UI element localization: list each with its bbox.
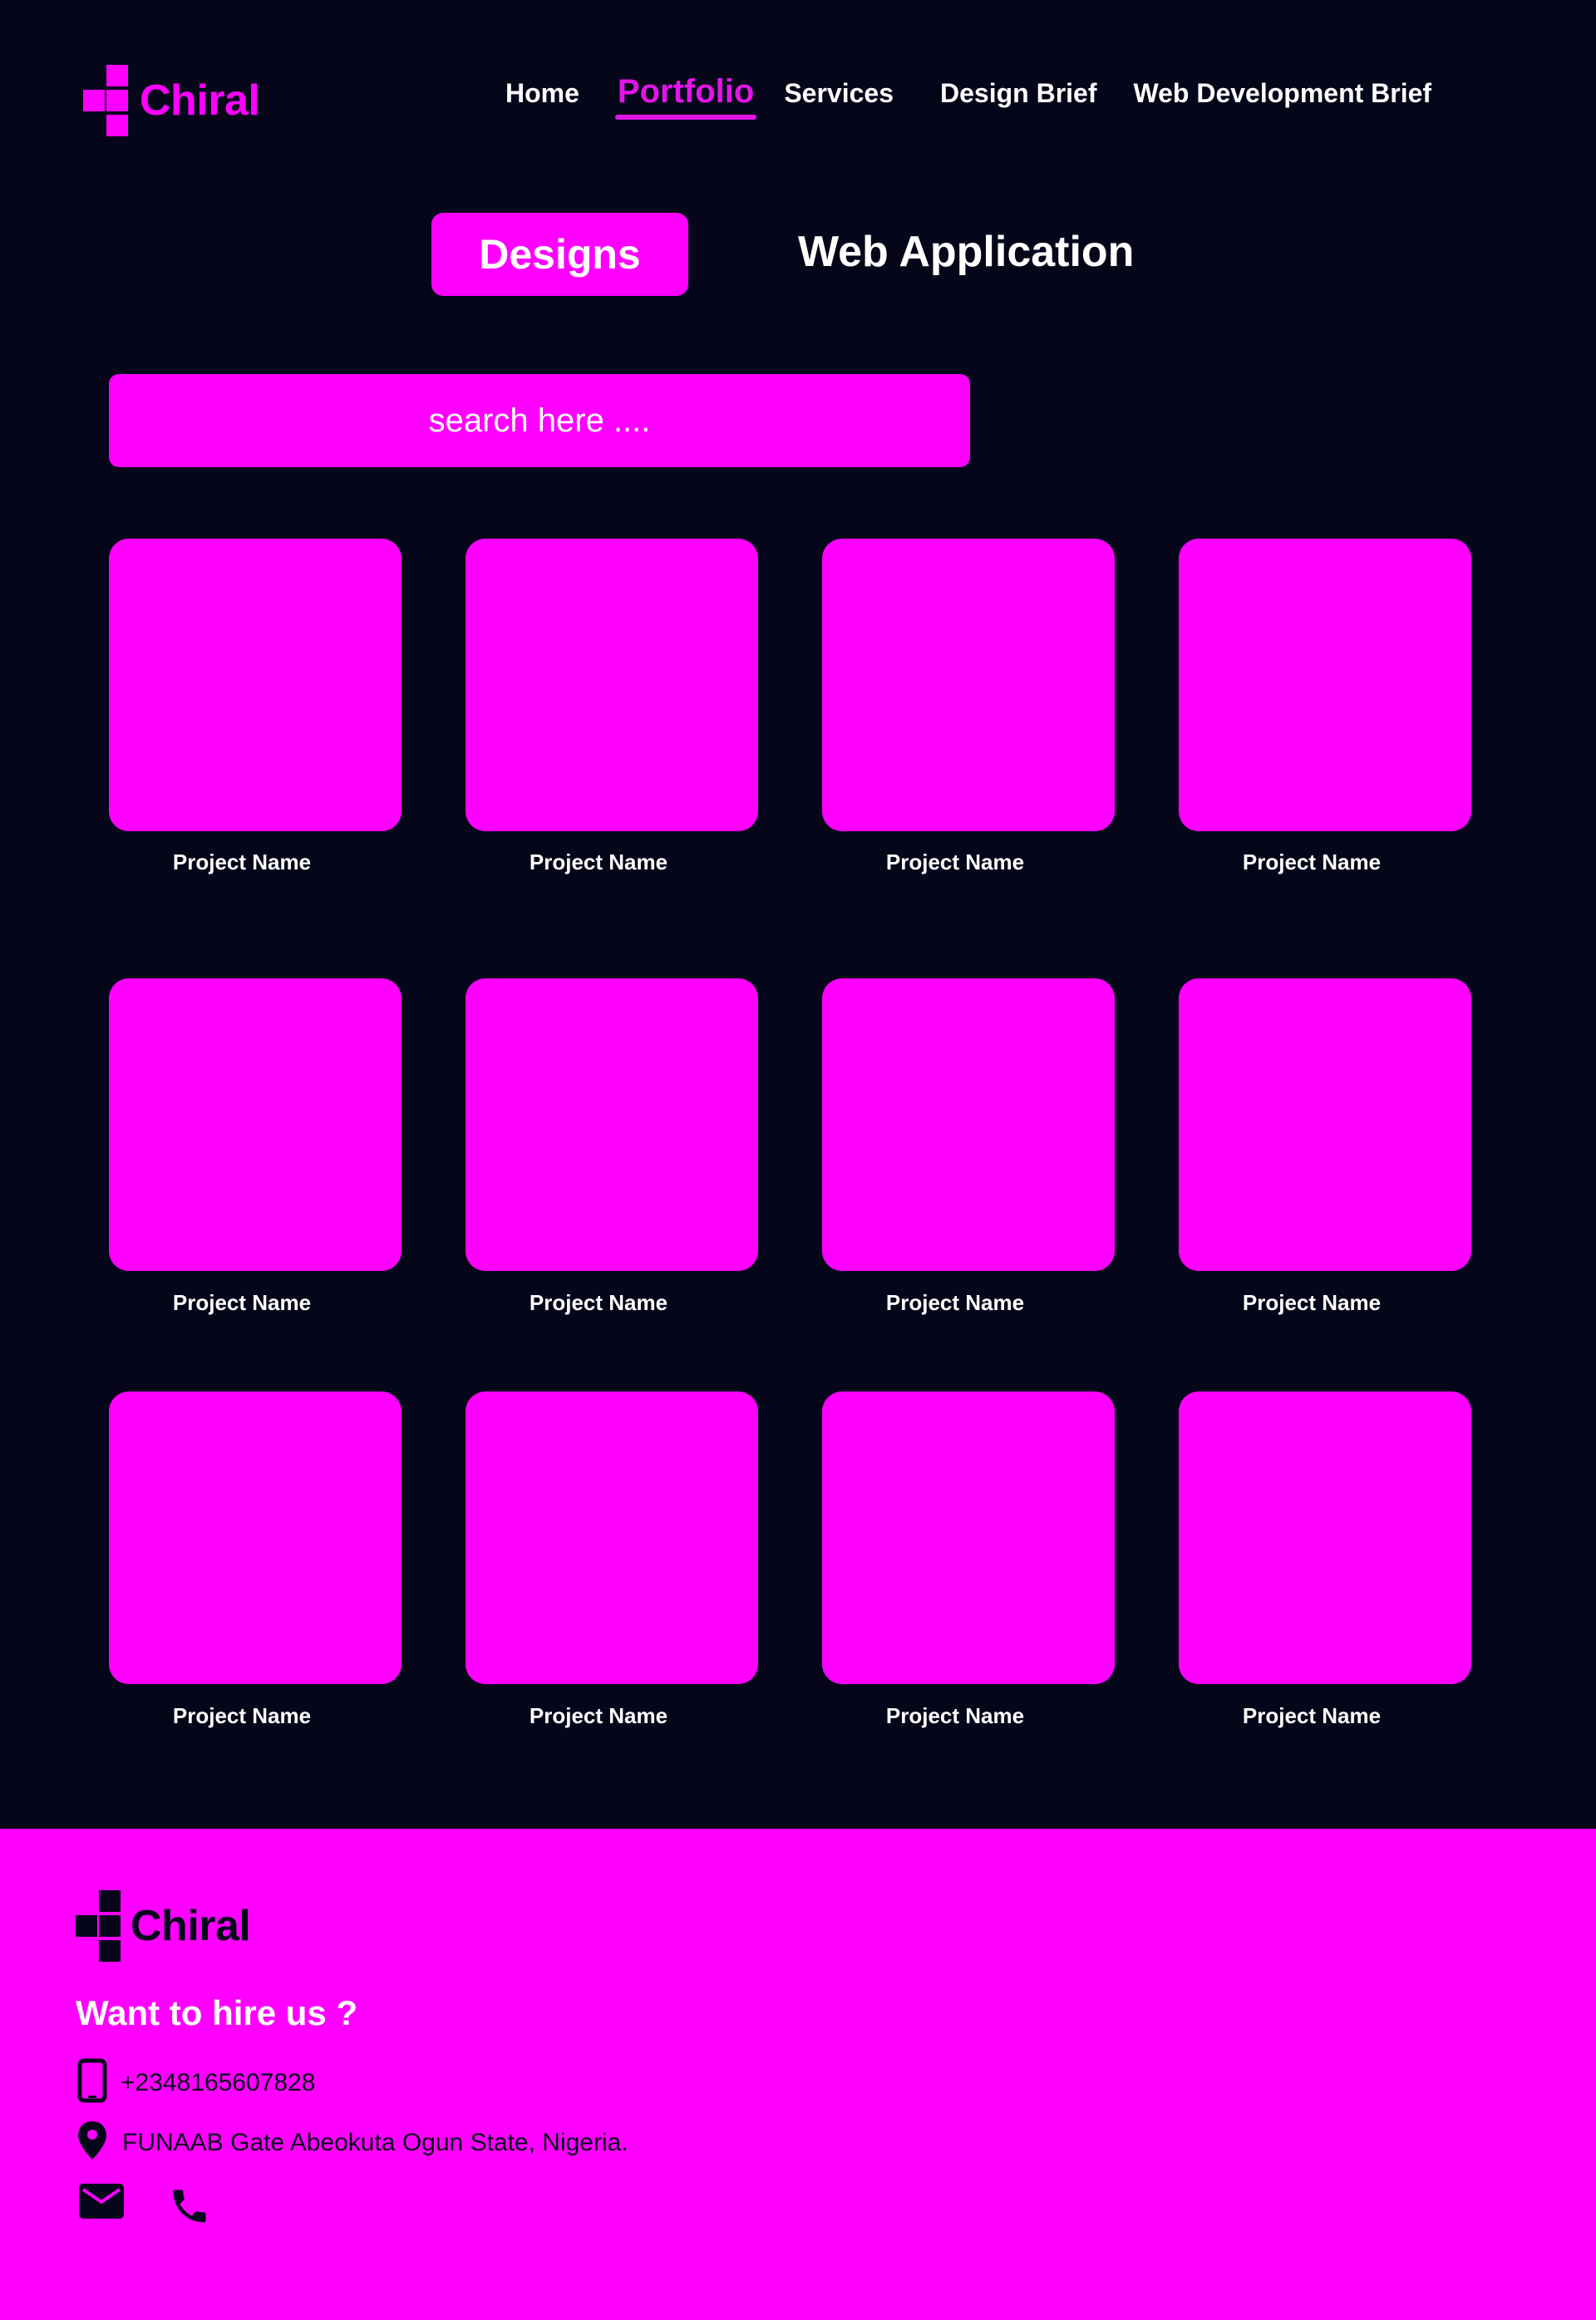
project-name: Project Name	[885, 1290, 1025, 1315]
project-name: Project Name	[172, 850, 312, 874]
project-name: Project Name	[529, 1290, 668, 1315]
contact-phone-row: +2348165607828	[76, 2058, 315, 2107]
project-card[interactable]	[109, 978, 401, 1271]
location-pin-icon	[76, 2120, 109, 2165]
contact-address: FUNAAB Gate Abeokuta Ogun State, Nigeria…	[122, 2128, 628, 2156]
project-card[interactable]	[822, 539, 1115, 831]
brand-name: Chiral	[140, 76, 260, 125]
portfolio-page: Chiral Home Portfolio Services Design Br…	[0, 0, 1596, 2320]
phone-icon[interactable]	[168, 2185, 211, 2232]
nav-portfolio[interactable]: Portfolio	[614, 75, 757, 120]
footer-brand-logo[interactable]: Chiral	[76, 1890, 251, 1962]
project-card[interactable]	[466, 978, 758, 1271]
project-name: Project Name	[885, 850, 1025, 874]
brand-logo[interactable]: Chiral	[83, 65, 260, 136]
search-input[interactable]	[109, 374, 970, 467]
mobile-phone-icon	[76, 2058, 109, 2107]
project-card[interactable]	[466, 1392, 758, 1684]
project-card[interactable]	[1179, 539, 1471, 831]
nav-design-brief[interactable]: Design Brief	[940, 80, 1096, 106]
hire-heading: Want to hire us ?	[76, 1993, 358, 2032]
project-name: Project Name	[1242, 1290, 1382, 1315]
tab-web-application[interactable]: Web Application	[798, 226, 1134, 278]
footer-brand-name: Chiral	[131, 1902, 251, 1950]
main-nav: Home Portfolio Services Design Brief Web…	[505, 75, 1431, 120]
project-card[interactable]	[822, 1392, 1115, 1684]
project-name: Project Name	[529, 1703, 668, 1728]
nav-services[interactable]: Services	[784, 80, 894, 106]
project-name: Project Name	[885, 1703, 1025, 1728]
project-name: Project Name	[1242, 1703, 1382, 1728]
project-card[interactable]	[466, 539, 758, 831]
project-name: Project Name	[1242, 850, 1382, 874]
chiral-logo-icon	[83, 65, 128, 136]
project-card[interactable]	[822, 978, 1115, 1271]
project-name: Project Name	[172, 1290, 312, 1315]
footer: Chiral Want to hire us ? +2348165607828 …	[0, 1829, 1596, 2320]
chiral-logo-icon	[76, 1890, 121, 1962]
project-card[interactable]	[1179, 978, 1471, 1271]
project-name: Project Name	[529, 850, 668, 874]
nav-web-development-brief[interactable]: Web Development Brief	[1133, 80, 1431, 106]
project-card[interactable]	[109, 1392, 401, 1684]
nav-home[interactable]: Home	[505, 80, 579, 106]
project-card[interactable]	[109, 539, 401, 831]
tab-designs[interactable]: Designs	[431, 213, 688, 296]
project-name: Project Name	[172, 1703, 312, 1728]
mail-icon[interactable]	[77, 2182, 126, 2224]
contact-address-row: FUNAAB Gate Abeokuta Ogun State, Nigeria…	[76, 2120, 628, 2165]
contact-phone-number[interactable]: +2348165607828	[121, 2069, 315, 2097]
project-card[interactable]	[1179, 1392, 1471, 1684]
